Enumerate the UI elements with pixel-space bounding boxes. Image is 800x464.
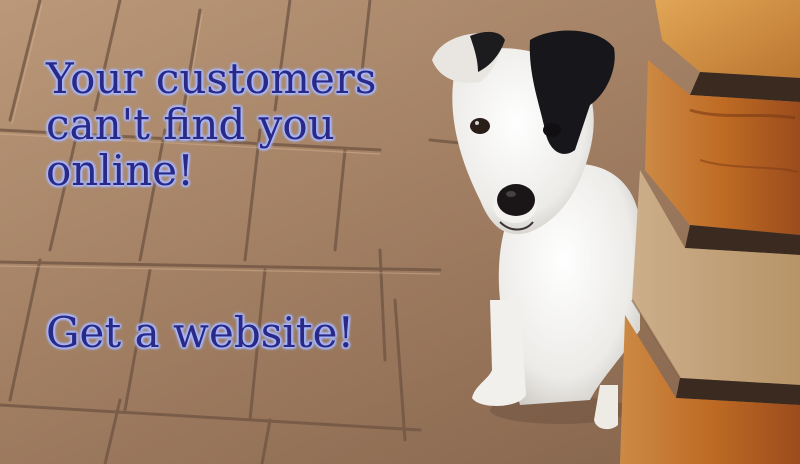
headline-line: Your customers [46,54,377,103]
headline: Your customers can't find you online! [46,56,426,194]
headline-line: can't find you [46,100,335,149]
ad-banner: Your customers can't find you online! Ge… [0,0,800,464]
headline-line: online! [46,146,194,195]
call-to-action-text: Get a website! [46,308,355,357]
